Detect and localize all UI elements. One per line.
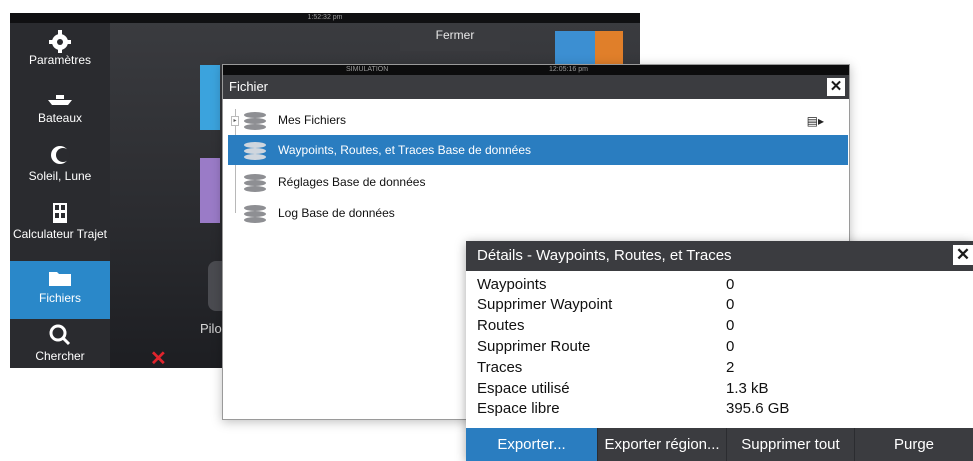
tree-item-log-db[interactable]: Log Base de données [228, 198, 848, 228]
tree-item-label: Log Base de données [278, 206, 395, 220]
tree-item-reglages-db[interactable]: Réglages Base de données [228, 167, 848, 197]
alert-x-icon[interactable]: ✕ [150, 346, 167, 368]
ship-icon [46, 85, 74, 109]
detail-row: Routes 0 [477, 316, 957, 336]
detail-value: 0 [726, 338, 735, 355]
tree-item-label: Mes Fichiers [278, 113, 347, 127]
app-tile-partial[interactable] [200, 158, 220, 223]
detail-key: Traces [477, 359, 523, 376]
export-button[interactable]: Exporter... [466, 428, 597, 461]
sidebar-item-label: Paramètres [28, 53, 92, 67]
sidebar-item-calculateur[interactable]: Calculateur Trajet [10, 197, 110, 255]
close-button[interactable]: Fermer [400, 23, 510, 51]
detail-key: Routes [477, 317, 525, 334]
detail-value: 395.6 GB [726, 400, 790, 417]
gear-icon [46, 27, 74, 53]
tree-item-mes-fichiers[interactable]: Mes Fichiers ▤▸ [228, 105, 848, 135]
detail-value: 2 [726, 359, 735, 376]
detail-value: 0 [726, 317, 735, 334]
app-tile-navigation[interactable] [555, 31, 595, 67]
context-menu-icon[interactable]: ▤▸ [807, 115, 824, 127]
status-bar: SIMULATION 12:05:16 pm [223, 65, 849, 75]
detail-value: 0 [726, 296, 735, 313]
home-clock: 1:52:32 pm [307, 14, 343, 21]
details-title: Détails - Waypoints, Routes, et Traces [477, 247, 732, 264]
pilot-label: Pilo [200, 321, 222, 336]
close-icon[interactable]: ✕ [827, 78, 845, 96]
detail-key: Espace libre [477, 400, 560, 417]
sidebar-item-fichiers[interactable]: Fichiers [10, 261, 110, 319]
detail-key: Waypoints [477, 276, 547, 293]
details-dialog: Détails - Waypoints, Routes, et Traces ✕… [466, 241, 973, 461]
folder-icon [46, 265, 74, 289]
database-icon [244, 110, 266, 130]
detail-row: Supprimer Route 0 [477, 337, 957, 357]
tree-item-waypoints-db[interactable]: Waypoints, Routes, et Traces Base de don… [228, 135, 848, 165]
close-icon[interactable]: ✕ [953, 245, 973, 265]
search-icon [46, 323, 74, 347]
detail-key: Supprimer Waypoint [477, 296, 613, 313]
sidebar-item-label: Fichiers [38, 291, 81, 305]
sidebar-item-label: Soleil, Lune [28, 169, 92, 183]
sidebar-item-label: Bateaux [37, 111, 83, 125]
purge-button-label: Purge [893, 436, 935, 453]
detail-value: 0 [726, 276, 735, 293]
detail-key: Supprimer Route [477, 338, 591, 355]
detail-row: Waypoints 0 [477, 275, 957, 295]
export-region-button[interactable]: Exporter région... [598, 428, 726, 461]
export-button-label: Exporter... [497, 436, 566, 453]
sidebar-item-label: Calculateur Trajet [12, 227, 108, 241]
sidebar-item-label: Chercher [35, 349, 85, 363]
close-button-label: Fermer [435, 28, 475, 42]
sidebar: Paramètres Bateaux Soleil, Lune Calculat… [10, 23, 110, 368]
detail-row: Traces 2 [477, 358, 957, 378]
delete-all-button-label: Supprimer tout [741, 436, 840, 453]
detail-row: Espace utilisé 1.3 kB [477, 379, 957, 399]
database-icon [244, 140, 266, 160]
sidebar-item-chercher[interactable]: Chercher [10, 319, 110, 368]
calculator-icon [46, 201, 74, 225]
sun-moon-icon [46, 143, 74, 167]
detail-row: Espace libre 395.6 GB [477, 399, 957, 419]
sidebar-item-bateaux[interactable]: Bateaux [10, 81, 110, 139]
file-dialog-titlebar: Fichier ✕ [223, 75, 849, 99]
database-icon [244, 203, 266, 223]
action-bar: Exporter... Exporter région... Supprimer… [466, 428, 973, 461]
details-titlebar: Détails - Waypoints, Routes, et Traces ✕ [466, 241, 973, 271]
sidebar-item-soleil-lune[interactable]: Soleil, Lune [10, 139, 110, 197]
app-tile-partial[interactable] [200, 65, 220, 130]
export-region-button-label: Exporter région... [604, 436, 720, 453]
app-tile-settings[interactable] [595, 31, 623, 67]
status-clock: 12:05:16 pm [549, 66, 588, 73]
tree-item-label: Waypoints, Routes, et Traces Base de don… [278, 143, 532, 157]
home-status-bar: 1:52:32 pm [10, 13, 640, 23]
file-dialog-title: Fichier [229, 79, 269, 94]
detail-value: 1.3 kB [726, 380, 769, 397]
tree-item-label: Réglages Base de données [278, 175, 426, 189]
database-settings-icon [244, 172, 266, 192]
detail-key: Espace utilisé [477, 380, 570, 397]
delete-all-button[interactable]: Supprimer tout [727, 428, 854, 461]
detail-row: Supprimer Waypoint 0 [477, 295, 957, 315]
purge-button[interactable]: Purge [855, 428, 973, 461]
simulation-label: SIMULATION [346, 66, 389, 73]
sidebar-item-parametres[interactable]: Paramètres [10, 23, 110, 81]
